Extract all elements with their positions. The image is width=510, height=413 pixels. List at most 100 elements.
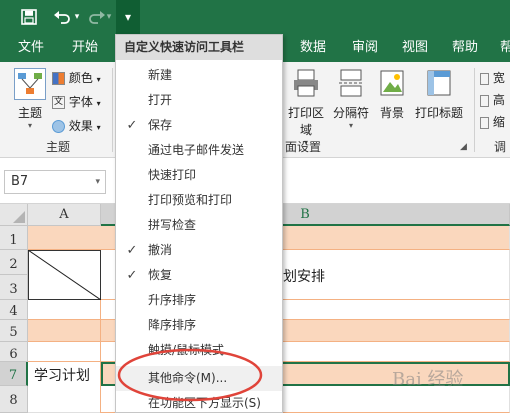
ribbon-separator xyxy=(474,68,475,152)
chevron-down-icon[interactable]: ▾ xyxy=(95,171,100,193)
diagonal-border xyxy=(28,250,101,300)
baidu-watermark: Bai 经验 xyxy=(392,365,510,405)
menu-item-spelling[interactable]: 拼写检查 xyxy=(116,213,282,238)
background-icon xyxy=(378,68,406,98)
colors-button[interactable]: 颜色 ▾ xyxy=(52,68,112,88)
menu-item-redo[interactable]: ✓ 恢复 xyxy=(116,263,282,288)
height-control[interactable]: 高 xyxy=(480,90,510,110)
group-label-page-setup: 面设置 xyxy=(285,140,322,154)
select-all-corner[interactable] xyxy=(0,204,28,226)
save-icon[interactable] xyxy=(18,6,40,28)
menu-item-new[interactable]: 新建 xyxy=(116,63,282,88)
effects-icon xyxy=(52,120,65,133)
fonts-icon: 文 xyxy=(52,96,65,109)
scale-control[interactable]: 缩 xyxy=(480,112,510,132)
menu-item-email[interactable]: 通过电子邮件发送 xyxy=(116,138,282,163)
cell-a2-a3-merged[interactable] xyxy=(28,250,101,300)
page-setup-launcher-icon[interactable]: ◢ xyxy=(460,142,467,152)
scale-icon xyxy=(480,116,489,129)
menu-item-label: 恢复 xyxy=(148,268,173,282)
red-annotation-ellipse xyxy=(117,348,263,402)
height-label: 高 xyxy=(492,93,505,107)
menu-item-label: 升序排序 xyxy=(148,293,197,307)
width-label: 宽 xyxy=(492,71,505,85)
scale-label: 缩 xyxy=(492,115,505,129)
breaks-button[interactable]: 分隔符 ▾ xyxy=(330,68,372,130)
row-header-7[interactable]: 7 xyxy=(0,362,28,386)
background-button[interactable]: 背景 xyxy=(375,68,409,121)
customize-qat-button[interactable]: ▾ xyxy=(116,0,140,34)
menu-item-label: 保存 xyxy=(148,118,173,132)
effects-button[interactable]: 效果 ▾ xyxy=(52,116,112,136)
tab-help[interactable]: 帮助 xyxy=(452,34,478,62)
undo-dropdown-icon[interactable]: ▾ xyxy=(72,6,82,28)
breaks-icon xyxy=(337,68,365,98)
row-header-5[interactable]: 5 xyxy=(0,320,28,342)
width-icon xyxy=(480,72,489,85)
menu-item-label: 打开 xyxy=(148,93,173,107)
menu-item-sort-descending[interactable]: 降序排序 xyxy=(116,313,282,338)
menu-item-label: 降序排序 xyxy=(148,318,197,332)
tab-file[interactable]: 文件 xyxy=(18,34,44,62)
tab-partial[interactable]: 帮 xyxy=(500,34,510,62)
name-box-value: B7 xyxy=(11,174,29,189)
colors-label: 颜色 xyxy=(68,71,93,85)
excel-window: ▾ ▾ ▾ 文件 开始 数据 审阅 视图 帮助 帮 主题 ▾ 颜色 ▾ 文 字体… xyxy=(0,0,510,413)
tab-data[interactable]: 数据 xyxy=(300,34,326,62)
menu-item-open[interactable]: 打开 xyxy=(116,88,282,113)
tab-view[interactable]: 视图 xyxy=(402,34,428,62)
redo-dropdown-icon: ▾ xyxy=(106,12,112,22)
theme-button[interactable]: 主题 ▾ xyxy=(10,68,50,130)
check-icon: ✓ xyxy=(126,118,138,133)
watermark-text: Bai 经验 xyxy=(392,369,464,390)
group-label-theme: 主题 xyxy=(46,140,71,154)
effects-label: 效果 xyxy=(68,119,93,133)
breaks-label: 分隔符 xyxy=(332,106,369,120)
check-icon: ✓ xyxy=(126,268,138,283)
row-header-1[interactable]: 1 xyxy=(0,226,28,250)
left-border-a-column xyxy=(100,300,101,413)
tab-home[interactable]: 开始 xyxy=(72,34,98,62)
menu-item-print-preview[interactable]: 打印预览和打印 xyxy=(116,188,282,213)
menu-item-label: 打印预览和打印 xyxy=(148,193,233,207)
menu-item-label: 撤消 xyxy=(148,243,173,257)
theme-label: 主题 xyxy=(17,106,42,120)
menu-item-quick-print[interactable]: 快速打印 xyxy=(116,163,282,188)
print-titles-label: 打印标题 xyxy=(414,106,463,120)
tab-review[interactable]: 审阅 xyxy=(352,34,378,62)
menu-item-sort-ascending[interactable]: 升序排序 xyxy=(116,288,282,313)
quick-access-toolbar: ▾ ▾ ▾ xyxy=(0,0,510,34)
row-header-6[interactable]: 6 xyxy=(0,342,28,362)
menu-title: 自定义快速访问工具栏 xyxy=(116,35,282,60)
width-control[interactable]: 宽 xyxy=(480,68,510,88)
menu-item-label: 新建 xyxy=(148,68,173,82)
fonts-label: 字体 xyxy=(68,95,93,109)
print-area-button[interactable]: 打印区域 ▾ xyxy=(283,68,329,147)
row-header-2[interactable]: 2 xyxy=(0,250,28,275)
name-box[interactable]: B7 ▾ xyxy=(4,170,106,194)
cell-a7[interactable]: 学习计划 xyxy=(28,362,101,413)
cell-a7-text: 学习计划 xyxy=(34,368,90,384)
ribbon-separator xyxy=(112,68,113,152)
print-titles-icon xyxy=(425,68,453,98)
row-header-4[interactable]: 4 xyxy=(0,300,28,320)
height-icon xyxy=(480,94,489,107)
check-icon: ✓ xyxy=(126,243,138,258)
print-area-label: 打印区域 xyxy=(287,106,324,137)
print-titles-button[interactable]: 打印标题 xyxy=(412,68,466,121)
column-header-a[interactable]: A xyxy=(28,204,101,226)
row-header-8[interactable]: 8 xyxy=(0,386,28,413)
print-area-icon xyxy=(292,68,320,98)
theme-icon xyxy=(14,68,46,100)
menu-item-undo[interactable]: ✓ 撤消 xyxy=(116,238,282,263)
menu-item-label: 快速打印 xyxy=(148,168,197,182)
group-label-scale: 调 xyxy=(494,140,507,154)
colors-icon xyxy=(52,72,65,85)
fonts-button[interactable]: 文 字体 ▾ xyxy=(52,92,112,112)
customize-arrow-icon: ▾ xyxy=(124,10,132,24)
menu-item-save[interactable]: ✓ 保存 xyxy=(116,113,282,138)
undo-icon[interactable] xyxy=(50,6,74,28)
background-label: 背景 xyxy=(379,106,404,120)
row-header-3[interactable]: 3 xyxy=(0,275,28,300)
menu-item-label: 拼写检查 xyxy=(148,218,197,232)
